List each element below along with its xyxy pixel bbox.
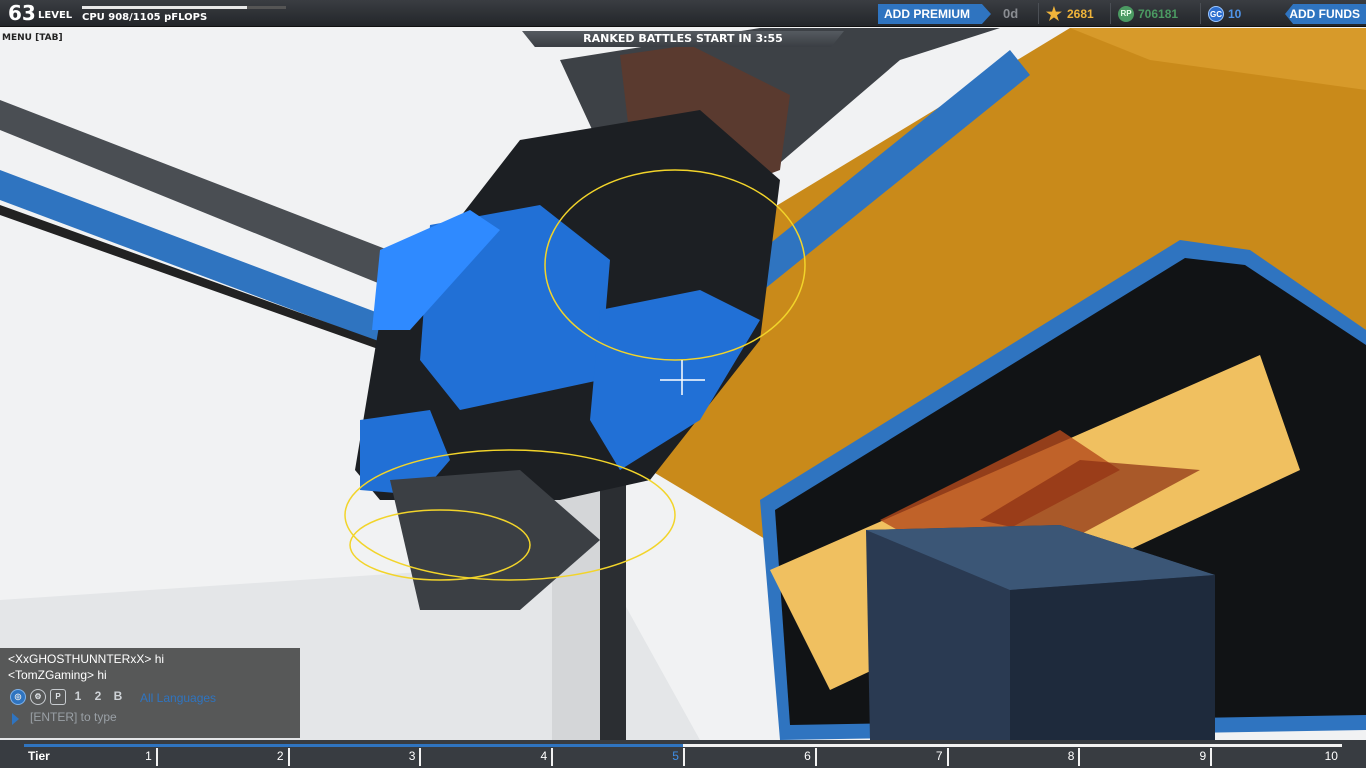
player-level: 63 [8, 1, 36, 25]
tier-number: 2 [276, 749, 284, 763]
ranked-battles-banner: RANKED BATTLES START IN 3:55 [522, 31, 844, 47]
chat-channels: ◎ ⚙ P 1 2 B [10, 689, 126, 705]
tier-cell: 10 [1210, 748, 1342, 766]
tier-number: 6 [804, 749, 811, 763]
divider [1110, 3, 1111, 24]
tier-number: 5 [672, 749, 679, 763]
premium-days: 0d [1003, 6, 1019, 21]
chat-language-selector[interactable]: All Languages [140, 691, 216, 705]
tier-bar: Tier 1 2 3 4 5 6 7 8 9 10 [0, 740, 1366, 768]
tier-cell: 9 [1078, 748, 1210, 766]
tier-cell: 3 [287, 748, 420, 766]
team-3-icon[interactable]: B [110, 689, 126, 705]
tier-cell: 5 [551, 748, 683, 766]
galaxy-coins-value: 10 [1228, 7, 1242, 21]
tier-number: 8 [1067, 749, 1075, 763]
chat-message: <XxGHOSTHUNNTERxX> hi [8, 652, 165, 666]
add-premium-button[interactable]: ADD PREMIUM [878, 4, 991, 24]
level-label: LEVEL [38, 10, 73, 21]
tier-cell: 4 [419, 748, 551, 766]
tier-cell: 6 [683, 748, 815, 766]
tier-cell: 7 [814, 748, 947, 766]
robits-counter: RP 706181 [1118, 5, 1178, 23]
tier-progress-fill [24, 744, 683, 747]
top-bar: 63 LEVEL CPU 908/1105 pFLOPS ADD PREMIUM… [0, 0, 1366, 27]
tier-number: 10 [1324, 749, 1338, 763]
chat-panel: <XxGHOSTHUNNTERxX> hi <TomZGaming> hi ◎ … [0, 648, 300, 738]
tier-number: 3 [408, 749, 416, 763]
menu-hint[interactable]: MENU [TAB] [2, 33, 63, 43]
globe-icon[interactable]: ◎ [10, 689, 26, 705]
galaxy-coin-icon: GC [1208, 6, 1224, 22]
xp-progress-bar [82, 6, 286, 9]
divider [1038, 3, 1039, 24]
tier-cell: 2 [155, 748, 288, 766]
galaxy-coins-counter: GC 10 [1208, 5, 1241, 23]
faction-icon[interactable]: ⚙ [30, 689, 46, 705]
tier-cell: 1 [24, 748, 156, 766]
robits-icon: RP [1118, 6, 1134, 22]
robits-value: 706181 [1138, 7, 1179, 21]
tier-number: 9 [1199, 749, 1207, 763]
tier-number: 1 [145, 749, 152, 763]
tier-number: 4 [540, 749, 548, 763]
team-1-icon[interactable]: 1 [70, 689, 86, 705]
add-funds-button[interactable]: ADD FUNDS [1285, 4, 1366, 24]
stars-value: 2681 [1067, 7, 1094, 21]
team-2-icon[interactable]: 2 [90, 689, 106, 705]
party-icon[interactable]: P [50, 689, 66, 705]
tier-number: 7 [935, 749, 943, 763]
divider [1200, 3, 1201, 24]
xp-progress-fill [82, 6, 248, 9]
chat-caret-icon [12, 713, 19, 725]
tier-cell: 8 [946, 748, 1079, 766]
stars-counter: ★ 2681 [1045, 5, 1094, 23]
chat-input[interactable]: [ENTER] to type [30, 710, 117, 724]
chat-message: <TomZGaming> hi [8, 668, 107, 682]
star-icon: ★ [1045, 4, 1063, 24]
cpu-readout: CPU 908/1105 pFLOPS [82, 12, 208, 23]
